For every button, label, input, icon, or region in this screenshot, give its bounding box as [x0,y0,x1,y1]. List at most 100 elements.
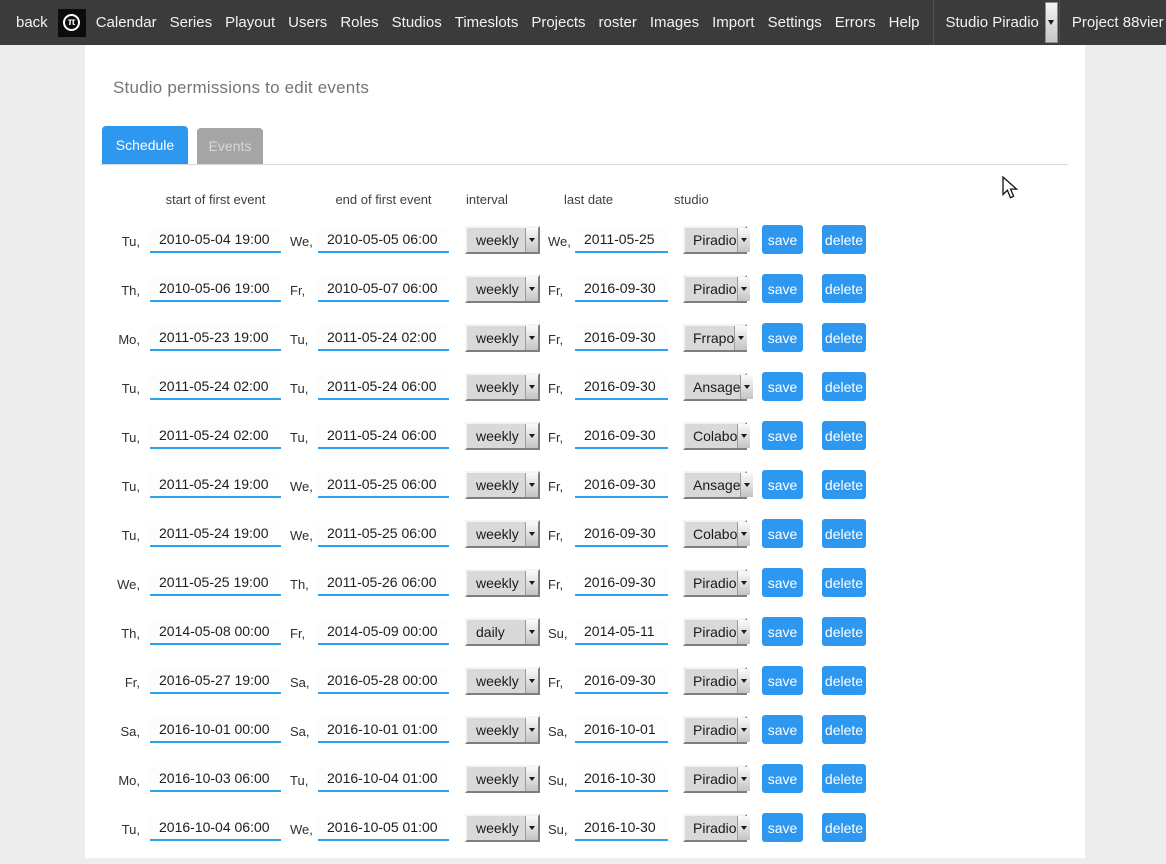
nav-menu-item[interactable]: Roles [340,14,378,31]
interval-select[interactable]: weekly [465,716,540,744]
nav-menu-item[interactable]: roster [599,14,637,31]
nav-menu-item[interactable]: Errors [835,14,876,31]
save-button[interactable]: save [762,568,803,597]
interval-select[interactable]: weekly [465,667,540,695]
studio-row-select[interactable]: Piradio [683,618,747,646]
delete-button[interactable]: delete [822,715,866,744]
start-datetime-input[interactable] [150,374,281,400]
studio-row-select[interactable]: Ansage [683,471,747,499]
studio-row-select[interactable]: Frrapo [683,324,747,352]
last-date-input[interactable] [575,815,668,841]
delete-button[interactable]: delete [822,666,866,695]
end-datetime-input[interactable] [318,668,449,694]
studio-row-select[interactable]: Piradio [683,814,747,842]
last-date-input[interactable] [575,668,668,694]
delete-button[interactable]: delete [822,372,866,401]
start-datetime-input[interactable] [150,717,281,743]
delete-button[interactable]: delete [822,225,866,254]
save-button[interactable]: save [762,225,803,254]
nav-menu-item[interactable]: Images [650,14,699,31]
last-date-input[interactable] [575,766,668,792]
end-datetime-input[interactable] [318,276,449,302]
save-button[interactable]: save [762,666,803,695]
interval-select[interactable]: weekly [465,373,540,401]
last-date-input[interactable] [575,227,668,253]
nav-menu-item[interactable]: Timeslots [455,14,519,31]
delete-button[interactable]: delete [822,813,866,842]
save-button[interactable]: save [762,813,803,842]
interval-select[interactable]: weekly [465,471,540,499]
save-button[interactable]: save [762,372,803,401]
start-datetime-input[interactable] [150,423,281,449]
interval-select[interactable]: weekly [465,569,540,597]
last-date-input[interactable] [575,472,668,498]
back-link[interactable]: back [16,14,48,31]
interval-select[interactable]: weekly [465,765,540,793]
save-button[interactable]: save [762,715,803,744]
project-select[interactable]: Project 88vier [1059,0,1166,45]
end-datetime-input[interactable] [318,325,449,351]
end-datetime-input[interactable] [318,521,449,547]
studio-row-select[interactable]: Piradio [683,716,747,744]
studio-row-select[interactable]: Colabo [683,422,747,450]
save-button[interactable]: save [762,617,803,646]
last-date-input[interactable] [575,521,668,547]
interval-select[interactable]: weekly [465,814,540,842]
start-datetime-input[interactable] [150,472,281,498]
save-button[interactable]: save [762,323,803,352]
studio-row-select[interactable]: Piradio [683,569,747,597]
studio-row-select[interactable]: Ansage [683,373,747,401]
end-datetime-input[interactable] [318,815,449,841]
nav-menu-item[interactable]: Import [712,14,755,31]
nav-menu-item[interactable]: Calendar [96,14,157,31]
start-datetime-input[interactable] [150,619,281,645]
save-button[interactable]: save [762,519,803,548]
start-datetime-input[interactable] [150,766,281,792]
delete-button[interactable]: delete [822,470,866,499]
nav-menu-item[interactable]: Help [889,14,920,31]
nav-menu-item[interactable]: Series [170,14,213,31]
nav-menu-item[interactable]: Users [288,14,327,31]
end-datetime-input[interactable] [318,766,449,792]
nav-menu-item[interactable]: Studios [392,14,442,31]
studio-row-select[interactable]: Piradio [683,765,747,793]
last-date-input[interactable] [575,325,668,351]
delete-button[interactable]: delete [822,421,866,450]
last-date-input[interactable] [575,276,668,302]
last-date-input[interactable] [575,570,668,596]
end-datetime-input[interactable] [318,570,449,596]
end-datetime-input[interactable] [318,472,449,498]
delete-button[interactable]: delete [822,274,866,303]
end-datetime-input[interactable] [318,227,449,253]
save-button[interactable]: save [762,274,803,303]
end-datetime-input[interactable] [318,423,449,449]
last-date-input[interactable] [575,423,668,449]
start-datetime-input[interactable] [150,325,281,351]
interval-select[interactable]: weekly [465,520,540,548]
start-datetime-input[interactable] [150,815,281,841]
studio-row-select[interactable]: Colabo [683,520,747,548]
interval-select[interactable]: weekly [465,226,540,254]
studio-row-select[interactable]: Piradio [683,226,747,254]
last-date-input[interactable] [575,717,668,743]
end-datetime-input[interactable] [318,717,449,743]
tab-events[interactable]: Events [197,128,263,164]
save-button[interactable]: save [762,764,803,793]
start-datetime-input[interactable] [150,227,281,253]
studio-select[interactable]: Studio Piradio [933,0,1059,45]
start-datetime-input[interactable] [150,521,281,547]
studio-row-select[interactable]: Piradio [683,275,747,303]
save-button[interactable]: save [762,421,803,450]
tab-schedule[interactable]: Schedule [102,126,188,164]
delete-button[interactable]: delete [822,519,866,548]
start-datetime-input[interactable] [150,668,281,694]
start-datetime-input[interactable] [150,276,281,302]
studio-row-select[interactable]: Piradio [683,667,747,695]
delete-button[interactable]: delete [822,617,866,646]
delete-button[interactable]: delete [822,568,866,597]
nav-menu-item[interactable]: Settings [768,14,822,31]
interval-select[interactable]: weekly [465,422,540,450]
nav-menu-item[interactable]: Playout [225,14,275,31]
delete-button[interactable]: delete [822,764,866,793]
delete-button[interactable]: delete [822,323,866,352]
